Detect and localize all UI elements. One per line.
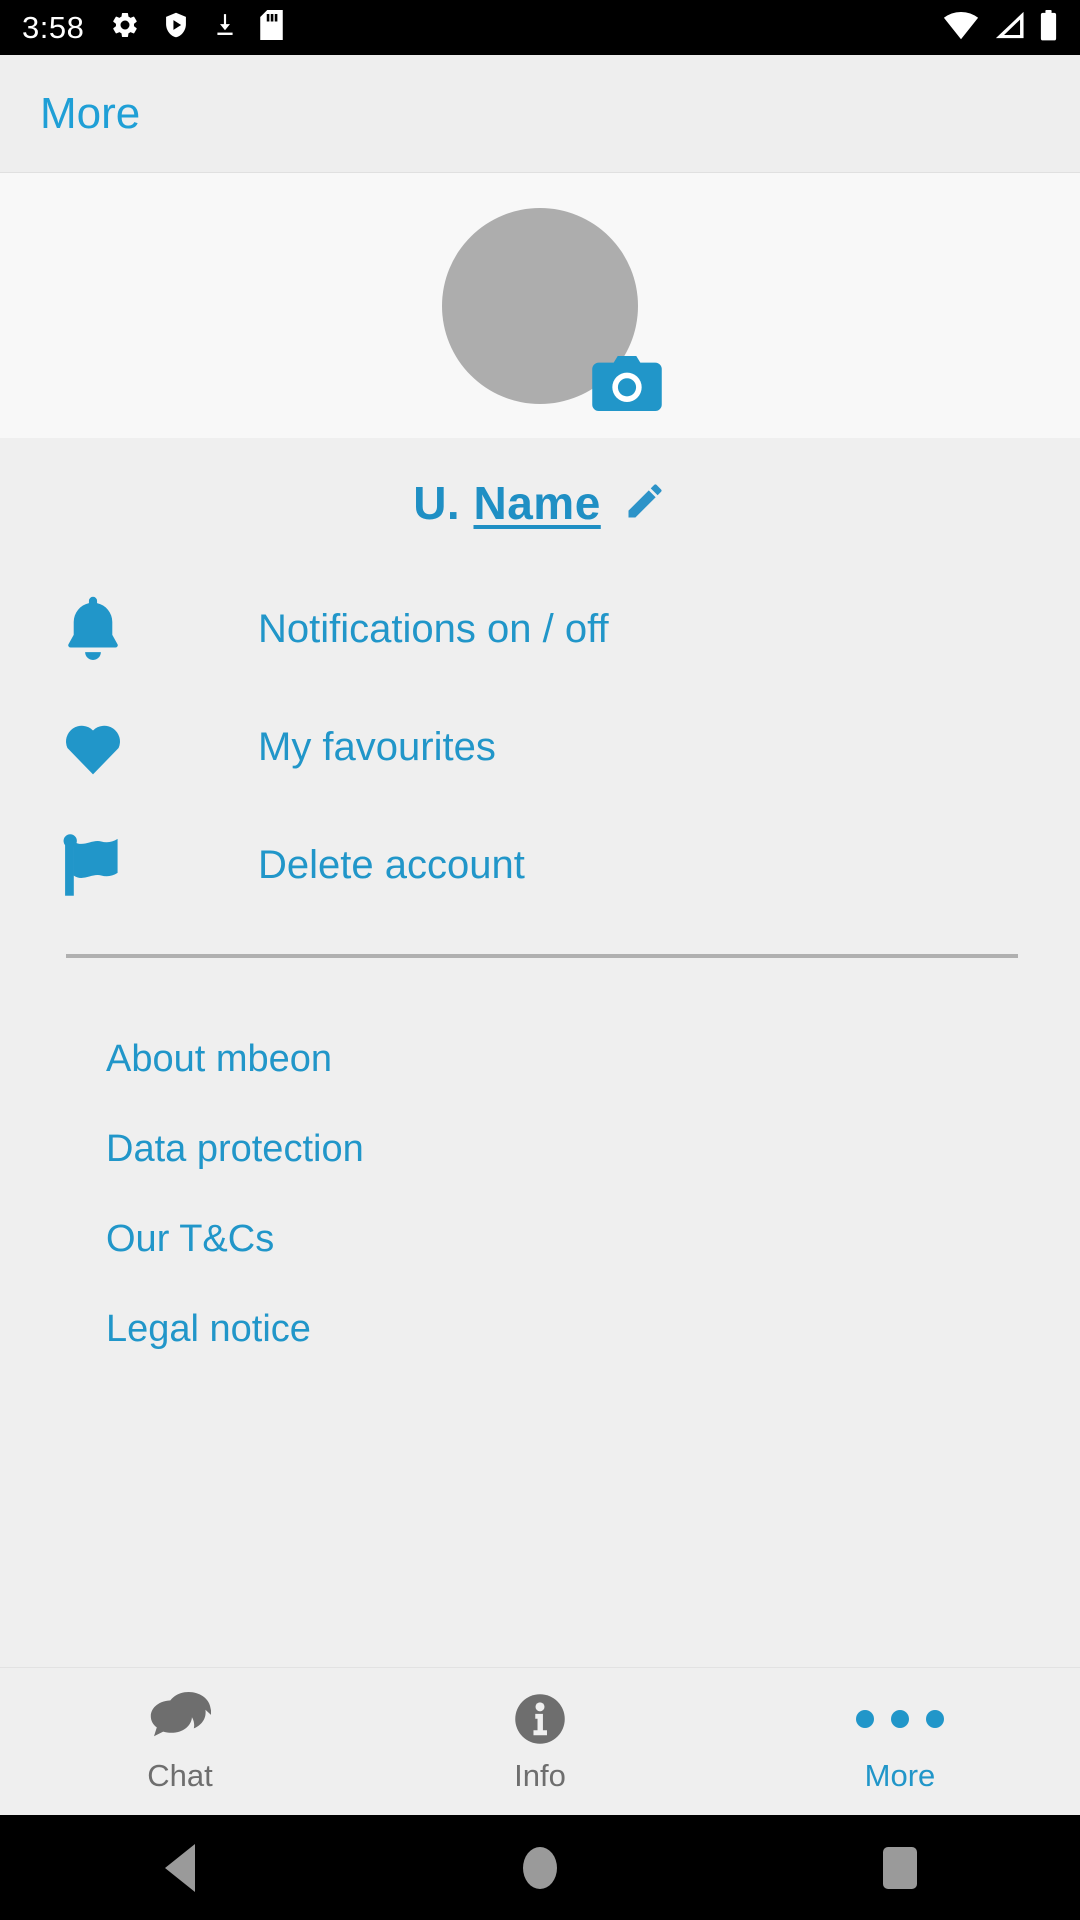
cellular-signal-icon bbox=[993, 10, 1025, 45]
link-about-mbeon[interactable]: About mbeon bbox=[106, 1014, 1080, 1104]
sd-card-icon bbox=[260, 10, 284, 45]
home-button[interactable] bbox=[360, 1846, 720, 1889]
play-protect-shield-icon bbox=[162, 10, 190, 45]
heart-icon bbox=[62, 718, 158, 776]
dot bbox=[926, 1710, 944, 1728]
chat-bubbles-icon bbox=[149, 1692, 211, 1746]
tab-label: More bbox=[864, 1758, 936, 1793]
bell-icon bbox=[62, 596, 158, 662]
download-icon bbox=[212, 10, 238, 45]
pencil-icon[interactable] bbox=[623, 479, 667, 528]
dot bbox=[891, 1710, 909, 1728]
tab-label: Info bbox=[514, 1758, 566, 1793]
menu-item-label: My favourites bbox=[258, 724, 496, 769]
profile-name-main: Name bbox=[473, 477, 601, 529]
tab-info[interactable]: Info bbox=[360, 1668, 720, 1815]
camera-icon[interactable] bbox=[592, 355, 662, 412]
menu-item-notifications[interactable]: Notifications on / off bbox=[62, 570, 1080, 688]
page-title: More bbox=[40, 88, 141, 138]
tab-label: Chat bbox=[147, 1758, 213, 1793]
status-bar-system-icons bbox=[943, 9, 1058, 46]
recents-square-icon bbox=[883, 1846, 917, 1889]
back-triangle-icon bbox=[165, 1843, 195, 1892]
more-content: U. Name Notifications on / off My favour… bbox=[0, 438, 1080, 1667]
legal-links-list: About mbeon Data protection Our T&Cs Leg… bbox=[0, 958, 1080, 1374]
wifi-icon bbox=[943, 10, 979, 45]
home-circle-icon bbox=[523, 1846, 557, 1889]
menu-item-label: Notifications on / off bbox=[258, 606, 609, 651]
profile-name[interactable]: U. Name bbox=[413, 476, 601, 530]
link-our-tcs[interactable]: Our T&Cs bbox=[106, 1194, 1080, 1284]
profile-name-row[interactable]: U. Name bbox=[0, 476, 1080, 530]
dot bbox=[856, 1710, 874, 1728]
info-circle-icon bbox=[513, 1692, 567, 1746]
android-navigation-bar bbox=[0, 1815, 1080, 1920]
status-bar: 3:58 bbox=[0, 0, 1080, 55]
link-data-protection[interactable]: Data protection bbox=[106, 1104, 1080, 1194]
avatar-container[interactable] bbox=[442, 207, 662, 411]
link-legal-notice[interactable]: Legal notice bbox=[106, 1284, 1080, 1374]
menu-item-favourites[interactable]: My favourites bbox=[62, 688, 1080, 806]
tab-chat[interactable]: Chat bbox=[0, 1668, 360, 1815]
three-dots-icon bbox=[856, 1692, 944, 1746]
settings-menu-list: Notifications on / off My favourites Del… bbox=[0, 570, 1080, 924]
recents-button[interactable] bbox=[720, 1846, 1080, 1889]
app-screen: 3:58 More U. Name Notifications on / off… bbox=[0, 0, 1080, 1920]
profile-name-prefix: U. bbox=[413, 477, 474, 529]
bottom-tab-bar: Chat Info More bbox=[0, 1667, 1080, 1815]
profile-photo-section bbox=[0, 173, 1080, 438]
menu-item-label: Delete account bbox=[258, 842, 525, 887]
tab-more[interactable]: More bbox=[720, 1668, 1080, 1815]
back-button[interactable] bbox=[0, 1843, 360, 1892]
status-bar-notification-icons bbox=[110, 10, 284, 45]
status-bar-clock: 3:58 bbox=[22, 10, 85, 45]
battery-icon bbox=[1039, 9, 1058, 46]
app-bar: More bbox=[0, 55, 1080, 173]
menu-item-delete-account[interactable]: Delete account bbox=[62, 806, 1080, 924]
gear-icon bbox=[110, 10, 140, 45]
flag-icon bbox=[62, 833, 158, 897]
